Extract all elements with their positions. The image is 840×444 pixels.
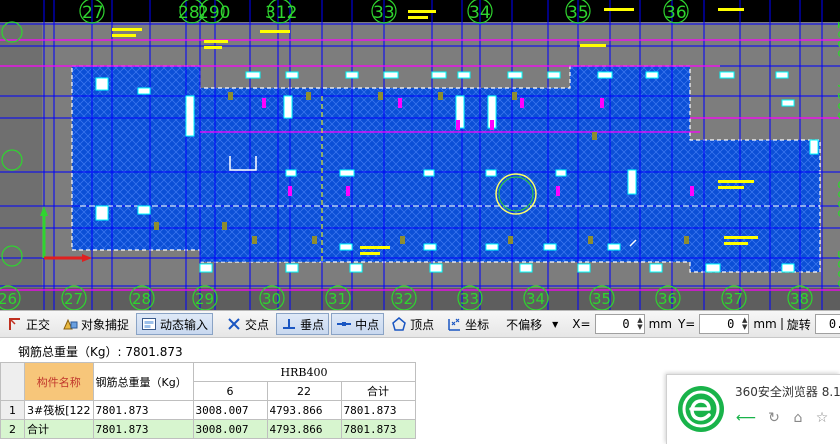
offset-select-value: 不偏移 (506, 317, 543, 332)
intersection-label: 交点 (245, 317, 270, 332)
grid-label-bottom: 37 (724, 290, 743, 308)
table-row[interactable]: 1 3#筏板[122 7801.873 3008.007 4793.866 78… (0, 400, 416, 420)
component-name-cell[interactable]: 3#筏板[122 (24, 400, 94, 420)
subtotal-cell[interactable]: 7801.873 (340, 400, 416, 420)
snap-toolbar: 正交 对象捕捉 动态输入 交点 垂点 中点 顶点 坐标 不偏移 ▼ X= ▲▼ … (0, 310, 840, 338)
rebar-table: 构件名称 钢筋总重量（Kg） HRB400 6 22 合计 1 3#筏板[122… (0, 362, 416, 439)
home-icon[interactable]: ⌂ (787, 407, 809, 429)
intersection-icon (228, 318, 240, 330)
grid-label-top: 28 (178, 3, 200, 23)
grid-label-bottom: 28 (132, 290, 151, 308)
dimension-label: 7900 (834, 82, 840, 120)
row-number: 1 (0, 400, 25, 420)
column-header-diameter: 22 (266, 381, 342, 401)
vertex-icon (392, 317, 406, 331)
grid-label-bottom: 26 (0, 290, 17, 308)
column-header-subtotal: 合计 (340, 381, 416, 401)
column-header-grade: HRB400 (192, 362, 416, 382)
x-unit: mm (648, 317, 672, 331)
diameter-22-cell[interactable]: 4793.866 (266, 419, 342, 439)
star-icon[interactable]: ☆ (811, 407, 833, 429)
grid-label-bottom: 27 (64, 290, 83, 308)
rebar-total-summary: 钢筋总重量（Kg）: 7801.873 (18, 345, 183, 359)
midpoint-icon (337, 322, 352, 326)
perpendicular-label: 垂点 (300, 317, 325, 332)
total-weight-cell[interactable]: 7801.873 (92, 419, 194, 439)
grid-label-top: 312 (265, 3, 297, 23)
column-header-component-name[interactable]: 构件名称 (24, 362, 94, 401)
cad-drawing: 27 28 290 312 33 34 35 36 26 27 28 29 30… (0, 0, 840, 310)
360-browser-logo-icon (678, 386, 724, 432)
row-number-header (0, 362, 25, 401)
grid-label-top: 290 (198, 3, 230, 23)
grid-label-top: 34 (469, 3, 491, 23)
coordinate-icon (448, 318, 461, 331)
grid-label-top: 27 (82, 3, 104, 23)
grid-label-bottom: 36 (658, 290, 677, 308)
rotate-label: 旋转 (786, 317, 811, 332)
grid-label-top: 35 (567, 3, 589, 23)
subtotal-cell[interactable]: 7801.873 (340, 419, 416, 439)
dynamic-input-toggle[interactable]: 动态输入 (136, 313, 214, 335)
table-header-row: 构件名称 钢筋总重量（Kg） HRB400 (0, 362, 416, 401)
x-spinner[interactable]: ▲▼ (594, 314, 645, 334)
column-header-total-weight[interactable]: 钢筋总重量（Kg） (92, 362, 194, 401)
grid-label-bottom: 35 (592, 290, 611, 308)
dropdown-arrow-icon: ▼ (552, 319, 559, 329)
refresh-icon[interactable]: ↻ (763, 407, 785, 429)
browser-popup[interactable]: 360安全浏览器 8.1 ⟵ ↻ ⌂ ☆ (666, 374, 840, 444)
object-snap-label: 对象捕捉 (81, 317, 130, 332)
midpoint-snap[interactable]: 中点 (331, 313, 385, 335)
dynamic-input-icon (142, 318, 157, 330)
grid-label-top: 33 (373, 3, 395, 23)
dynamic-input-label: 动态输入 (160, 317, 209, 332)
diameter-22-cell[interactable]: 4793.866 (266, 400, 342, 420)
grid-label-bottom: 33 (460, 290, 479, 308)
spinner-arrows-icon[interactable]: ▲ ▼ (637, 317, 642, 331)
browser-popup-title: 360安全浏览器 8.1 (735, 385, 840, 399)
dimension-label: 3800 (834, 250, 840, 288)
column-header-diameter: 6 (192, 381, 268, 401)
y-unit: mm (753, 317, 777, 331)
grid-label-bottom: 34 (526, 290, 545, 308)
grid-label-bottom: 29 (195, 290, 214, 308)
y-spinner[interactable]: ▲▼ (699, 314, 750, 334)
spinner-arrows-icon[interactable]: ▲ ▼ (742, 317, 747, 331)
rotate-checkbox[interactable] (780, 318, 783, 330)
diameter-6-cell[interactable]: 3008.007 (192, 419, 268, 439)
grid-label-bottom: 32 (394, 290, 413, 308)
dimension-label: 8000 (834, 180, 840, 218)
object-snap-toggle[interactable]: 对象捕捉 (57, 313, 134, 335)
component-name-cell[interactable]: 合计 (24, 419, 94, 439)
ortho-label: 正交 (26, 317, 51, 332)
perpendicular-snap[interactable]: 垂点 (276, 313, 330, 335)
offset-select[interactable]: 不偏移 ▼ (502, 313, 562, 335)
table-row-total[interactable]: 2 合计 7801.873 3008.007 4793.866 7801.873 (0, 419, 416, 439)
object-snap-icon (63, 318, 78, 330)
midpoint-label: 中点 (355, 317, 380, 332)
perpendicular-icon (283, 319, 296, 329)
intersection-snap[interactable]: 交点 (221, 313, 274, 335)
ortho-icon (9, 318, 20, 330)
total-weight-cell[interactable]: 7801.873 (92, 400, 194, 420)
grid-label-bottom: 30 (262, 290, 281, 308)
y-label: Y= (677, 317, 696, 331)
grid-label-bottom: 38 (790, 290, 809, 308)
cad-drawing-canvas[interactable]: 27 28 290 312 33 34 35 36 26 27 28 29 30… (0, 0, 840, 310)
vertex-snap[interactable]: 顶点 (386, 313, 439, 335)
diameter-6-cell[interactable]: 3008.007 (192, 400, 268, 420)
grid-label-bottom: 31 (328, 290, 347, 308)
coordinate-snap[interactable]: 坐标 (441, 313, 494, 335)
ortho-toggle[interactable]: 正交 (2, 313, 55, 335)
back-arrow-icon[interactable]: ⟵ (735, 407, 757, 429)
grid-label-top: 36 (665, 3, 687, 23)
dimension-label: 1000 (834, 20, 840, 58)
rotate-input[interactable] (814, 314, 840, 334)
x-label: X= (572, 317, 591, 331)
vertex-label: 顶点 (410, 317, 435, 332)
coordinate-label: 坐标 (465, 317, 490, 332)
row-number: 2 (0, 419, 25, 439)
